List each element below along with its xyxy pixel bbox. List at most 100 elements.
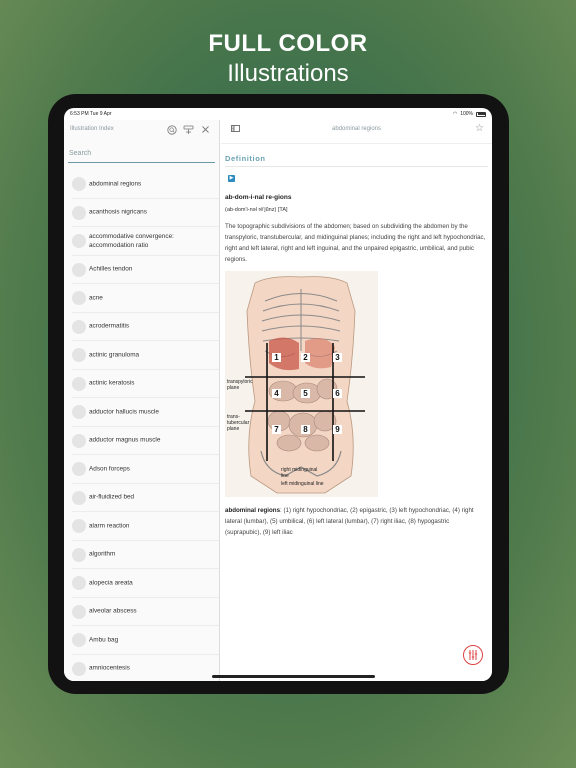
promo-header: FULL COLOR Illustrations	[0, 30, 576, 88]
detail-pane: abdominal regions ☆ Definition ▶ ab-dom-…	[221, 120, 492, 681]
list-item[interactable]: Adson forceps	[72, 455, 219, 484]
pronunciation: (ab-dom'i-nəl rē'jŭnz) [TA]	[225, 207, 288, 213]
search-input[interactable]: Search	[68, 150, 215, 163]
list-item[interactable]: accommodative convergence: accommodation…	[72, 227, 219, 256]
audio-icon[interactable]: ▶	[228, 175, 235, 182]
label-left-midinguinal: left midinguinal line	[281, 481, 324, 487]
adjust-settings-button[interactable]	[463, 645, 483, 665]
list-item[interactable]: acne	[72, 284, 219, 313]
filter-icon[interactable]	[183, 124, 194, 135]
thumbnail-placeholder	[72, 433, 86, 448]
list-item-label: acanthosis nigricans	[89, 208, 147, 216]
home-indicator	[212, 675, 375, 678]
status-right: ◠ 100%	[453, 111, 486, 117]
thumbnail-placeholder	[72, 576, 86, 590]
label-right-midinguinal: right midinguinal line	[281, 467, 318, 479]
promo-title: FULL COLOR	[208, 30, 368, 57]
list-item-label: actinic granuloma	[89, 351, 140, 359]
thumbnail-placeholder	[72, 661, 86, 676]
region-7: 7	[274, 425, 279, 434]
thumbnail-placeholder	[72, 319, 86, 334]
thumbnail-placeholder	[72, 547, 86, 562]
list-item[interactable]: air-fluidized bed	[72, 484, 219, 512]
list-item[interactable]: actinic keratosis	[72, 370, 219, 398]
thumbnail-placeholder	[72, 234, 86, 248]
list-item-label: Achilles tendon	[89, 265, 133, 273]
illustration-list: abdominal regions acanthosis nigricans acc…	[64, 170, 219, 681]
region-8: 8	[303, 425, 308, 434]
label-transpyloric: transpyloric plane	[227, 379, 253, 391]
label-transtubercular: trans-tubercular plane	[227, 414, 250, 432]
definition-text: The topographic subdivisions of the abdo…	[225, 223, 486, 263]
region-5: 5	[303, 389, 308, 398]
region-2: 2	[303, 353, 308, 362]
list-item[interactable]: Achilles tendon	[72, 256, 219, 284]
thumbnail-placeholder	[72, 177, 86, 191]
thumbnail-placeholder	[72, 633, 86, 647]
thumbnail-placeholder	[72, 519, 86, 533]
region-9: 9	[335, 425, 340, 434]
list-item[interactable]: acrodermatitis	[72, 313, 219, 341]
list-item-label: Adson forceps	[89, 465, 130, 473]
list-item[interactable]: algorithm	[72, 541, 219, 569]
region-3: 3	[335, 353, 340, 362]
star-icon[interactable]: ☆	[475, 123, 484, 134]
status-bar: 6:53 PM Tue 9 Apr ◠ 100%	[64, 108, 492, 120]
detail-title: abdominal regions	[331, 126, 382, 132]
thumbnail-placeholder	[72, 262, 86, 277]
list-item[interactable]: adductor magnus muscle	[72, 427, 219, 455]
search-circle-icon[interactable]	[166, 124, 177, 135]
sidebar: Illustration Index Search abdominal regi…	[64, 120, 220, 681]
close-icon[interactable]	[200, 124, 211, 135]
battery-percent: 100%	[460, 111, 473, 117]
list-item-label: acne	[89, 294, 103, 302]
list-item-label: abdominal regions	[89, 180, 142, 188]
list-item-label: amniocentesis	[89, 664, 130, 672]
region-6: 6	[335, 389, 340, 398]
figure-caption: abdominal regions: (1) right hypochondri…	[225, 505, 486, 538]
list-item[interactable]: abdominal regions	[72, 170, 219, 199]
caption-term: abdominal regions	[225, 507, 281, 514]
list-item-label: Ambu bag	[89, 636, 119, 644]
wifi-icon: ◠	[452, 111, 458, 117]
list-item[interactable]: alarm reaction	[72, 512, 219, 541]
thumbnail-placeholder	[72, 490, 86, 505]
list-item[interactable]: actinic granuloma	[72, 341, 219, 370]
thumbnail-placeholder	[72, 604, 86, 619]
thumbnail-placeholder	[72, 462, 86, 476]
list-item-label: adductor hallucis muscle	[89, 408, 159, 416]
detail-header: abdominal regions ☆	[221, 120, 492, 144]
tablet-screen: 6:53 PM Tue 9 Apr ◠ 100% Illustration In…	[64, 108, 492, 681]
list-item[interactable]: acanthosis nigricans	[72, 199, 219, 227]
sidebar-header: Illustration Index	[64, 120, 219, 144]
list-item-label: acrodermatitis	[89, 322, 130, 330]
term-headword: ab-dom-i-nal re-gions	[225, 194, 292, 201]
region-1: 1	[274, 353, 279, 362]
list-item-label: actinic keratosis	[89, 379, 135, 387]
promo-subtitle: Illustrations	[227, 60, 349, 87]
list-item-label: adductor magnus muscle	[89, 436, 161, 444]
region-4: 4	[274, 389, 279, 398]
battery-icon	[476, 111, 486, 117]
thumbnail-placeholder	[72, 376, 86, 391]
thumbnail-placeholder	[72, 348, 86, 362]
list-item-label: alarm reaction	[89, 522, 130, 530]
thumbnail-placeholder	[72, 291, 86, 305]
sidebar-toolbar	[166, 124, 211, 135]
list-item-label: alopecia areata	[89, 579, 133, 587]
sidebar-title: Illustration Index	[70, 126, 114, 132]
list-item-label: alveolar abscess	[89, 607, 137, 615]
list-item[interactable]: alveolar abscess	[72, 598, 219, 626]
list-item[interactable]: adductor hallucis muscle	[72, 398, 219, 427]
list-item[interactable]: amniocentesis	[72, 655, 219, 682]
thumbnail-placeholder	[72, 205, 86, 220]
list-item-label: accommodative convergence: accommodation…	[89, 232, 174, 249]
list-item[interactable]: alopecia areata	[72, 569, 219, 598]
abdominal-regions-illustration[interactable]: 1 2 3 4 5 6 7 8 9 transpyloric plane tra…	[225, 271, 378, 497]
list-item-label: air-fluidized bed	[89, 493, 135, 501]
section-heading: Definition	[225, 154, 488, 167]
thumbnail-placeholder	[72, 405, 86, 419]
list-item[interactable]: Ambu bag	[72, 626, 219, 655]
list-item-label: algorithm	[89, 550, 116, 558]
status-time: 6:53 PM Tue 9 Apr	[70, 111, 112, 117]
